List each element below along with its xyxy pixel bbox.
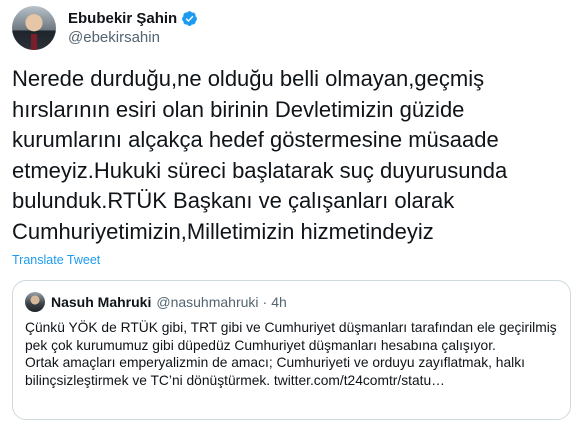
- quoted-author-avatar: [25, 292, 45, 312]
- quoted-author-name: Nasuh Mahruki: [51, 294, 152, 310]
- avatar-detail: [31, 34, 37, 50]
- quoted-tweet-text: Çünkü YÖK de RTÜK gibi, TRT gibi ve Cumh…: [25, 319, 560, 389]
- quoted-author-handle: @nasuhmahruki: [156, 294, 259, 310]
- author-names: Ebubekir Şahin @ebekirsahin: [68, 9, 198, 47]
- quoted-paragraph-2: Ortak amaçları emperyalizmin de amacı; C…: [25, 355, 525, 388]
- author-handle[interactable]: @ebekirsahin: [68, 28, 198, 47]
- translate-tweet-link[interactable]: Translate Tweet: [12, 253, 100, 267]
- author-avatar[interactable]: [12, 6, 56, 50]
- author-name-row: Ebubekir Şahin: [68, 9, 198, 28]
- quoted-tweet-header: Nasuh Mahruki @nasuhmahruki · 4h: [25, 292, 287, 312]
- separator-dot: ·: [262, 294, 268, 310]
- quoted-paragraph-1: Çünkü YÖK de RTÜK gibi, TRT gibi ve Cumh…: [25, 320, 557, 353]
- quoted-tweet[interactable]: Nasuh Mahruki @nasuhmahruki · 4h Çünkü Y…: [12, 280, 571, 420]
- verified-badge-icon: [182, 11, 198, 26]
- tweet-text: Nerede durduğu,ne olduğu belli olmayan,g…: [12, 66, 508, 244]
- quoted-tweet-time: 4h: [271, 294, 287, 310]
- author-name[interactable]: Ebubekir Şahin: [68, 9, 177, 28]
- tweet-header: Ebubekir Şahin @ebekirsahin: [12, 6, 198, 50]
